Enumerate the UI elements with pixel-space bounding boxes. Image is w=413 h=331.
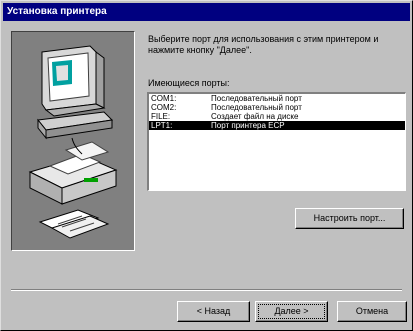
computer-base-icon [37, 111, 114, 140]
port-description: Последовательный порт [211, 103, 302, 112]
ports-listbox[interactable]: COM1: Последовательный порт COM2: Последова… [147, 92, 406, 191]
next-button[interactable]: Далее > [255, 301, 328, 322]
title-bar[interactable]: Установка принтера [3, 3, 410, 21]
port-list-item[interactable]: COM1: Последовательный порт [149, 94, 405, 103]
monitor-icon [41, 45, 106, 117]
configure-port-button[interactable]: Настроить порт... [295, 208, 404, 229]
wizard-illustration-panel [11, 31, 135, 251]
port-description: Создает файл на диске [211, 112, 299, 121]
printer-icon [28, 141, 118, 205]
computer-printer-illustration [28, 45, 118, 239]
back-button[interactable]: < Назад [177, 301, 250, 322]
available-ports-label: Имеющиеся порты: [148, 78, 230, 88]
port-name: COM1: [151, 94, 177, 103]
port-list-item[interactable]: LPT1: Порт принтера ECP [149, 121, 405, 130]
paper-sheets-icon [38, 209, 110, 239]
wizard-instruction-text: Выберите порт для использования с этим п… [148, 34, 379, 55]
port-name: COM2: [151, 103, 177, 112]
cancel-button[interactable]: Отмена [337, 301, 407, 322]
port-list-item[interactable]: FILE: Создает файл на диске [149, 112, 405, 121]
port-description: Порт принтера ECP [211, 121, 285, 130]
port-name: FILE: [151, 112, 171, 121]
printer-wizard-window: Установка принтера Выберите порт для исп… [0, 0, 413, 331]
separator-line [11, 289, 402, 291]
port-list-item[interactable]: COM2: Последовательный порт [149, 103, 405, 112]
port-description: Последовательный порт [211, 94, 302, 103]
port-name: LPT1: [151, 121, 173, 130]
